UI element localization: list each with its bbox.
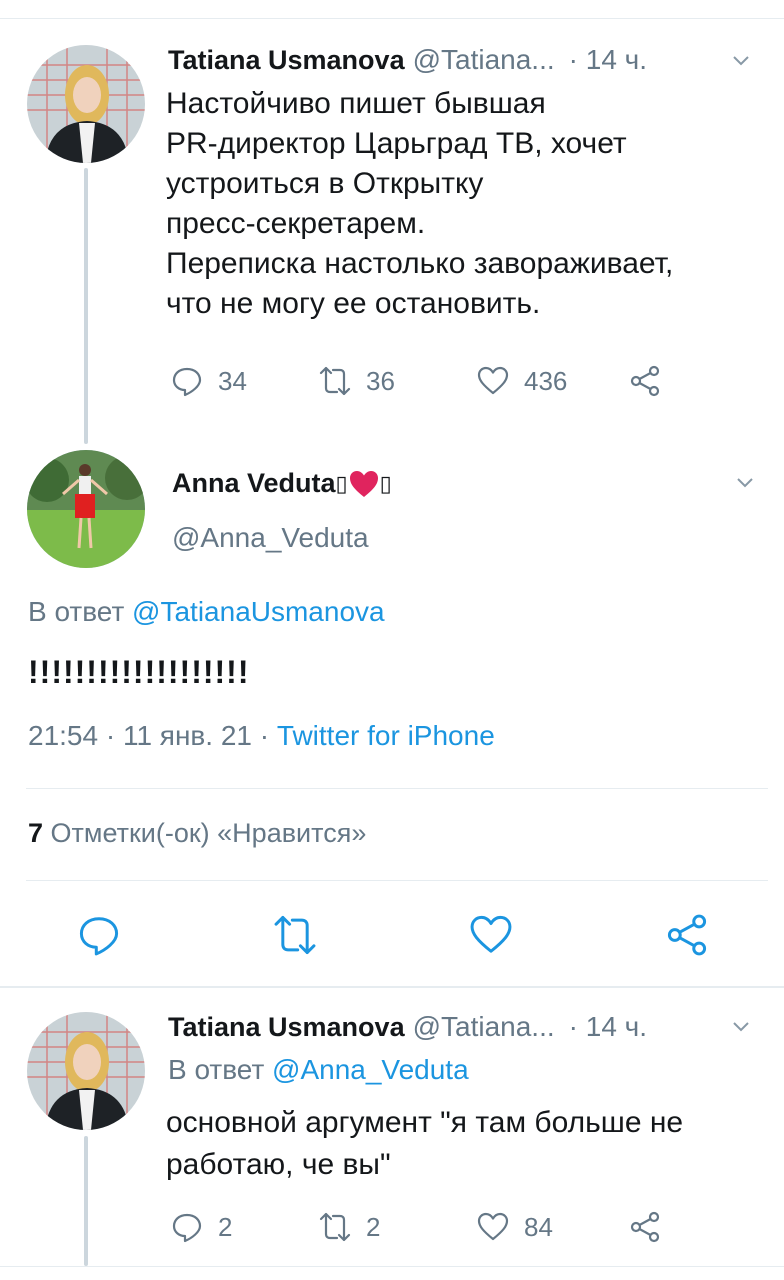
reply-prefix: В ответ	[28, 596, 125, 627]
tweet-line: работаю, че вы"	[166, 1148, 391, 1181]
divider	[26, 880, 768, 881]
like-button[interactable]: 436	[476, 364, 567, 398]
reply-context: В ответ @TatianaUsmanova	[28, 596, 385, 628]
tweet-text: !!!!!!!!!!!!!!!!!!!	[28, 654, 250, 690]
divider	[26, 788, 768, 789]
reply-mention-link[interactable]: @Anna_Veduta	[272, 1054, 469, 1085]
tweet-line: Настойчиво пишет бывшая	[166, 87, 546, 120]
retweet-button[interactable]	[272, 912, 318, 963]
reply-button[interactable]	[76, 912, 122, 963]
thread-line	[84, 168, 88, 444]
red-heart-icon	[349, 470, 378, 497]
tweet-line: пресс-секретарем.	[166, 207, 426, 240]
reply-context: В ответ @Anna_Veduta	[168, 1054, 469, 1086]
username[interactable]: @Tatiana...	[413, 44, 555, 76]
likes-summary[interactable]: 7 Отметки(-ок) «Нравится»	[28, 818, 366, 849]
display-name[interactable]: Anna Veduta	[172, 468, 336, 499]
like-button[interactable]: 84	[476, 1210, 553, 1244]
tweet-line: PR-директор Царьград ТВ, хочет	[166, 127, 627, 160]
share-icon	[630, 365, 660, 397]
tweet-header: Tatiana Usmanova @Tatiana... · 14 ч.	[168, 1011, 647, 1043]
heart-icon	[477, 1212, 509, 1241]
retweet-icon	[319, 366, 351, 396]
reply-count: 2	[218, 1211, 233, 1242]
share-button[interactable]	[664, 912, 710, 963]
display-name[interactable]: Tatiana Usmanova	[168, 45, 405, 76]
retweet-count: 2	[366, 1211, 381, 1242]
author-name-row: Anna Veduta ▯ ▯	[172, 468, 392, 499]
tweet-meta: 21:54 · 11 янв. 21 · Twitter for iPhone	[28, 720, 495, 752]
retweet-button[interactable]: 36	[318, 364, 395, 398]
name-emoji-box: ▯	[379, 470, 392, 496]
avatar-photo-tatiana	[27, 1012, 145, 1130]
share-icon	[630, 1211, 660, 1243]
avatar[interactable]	[27, 1012, 145, 1130]
heart-icon	[470, 915, 512, 953]
tweet-line: что не могу ее остановить.	[166, 287, 541, 320]
share-button[interactable]	[628, 364, 662, 398]
retweet-icon	[319, 1212, 351, 1242]
reply-button[interactable]: 2	[170, 1210, 232, 1244]
retweet-count: 36	[366, 365, 395, 396]
avatar-photo-anna	[27, 450, 145, 568]
reply-button[interactable]: 34	[170, 364, 247, 398]
share-button[interactable]	[628, 1210, 662, 1244]
display-name[interactable]: Tatiana Usmanova	[168, 1012, 405, 1043]
avatar[interactable]	[27, 450, 145, 568]
tweet-header: Tatiana Usmanova @Tatiana... · 14 ч.	[168, 44, 647, 76]
heart-icon	[477, 366, 509, 395]
avatar[interactable]	[27, 45, 145, 163]
tweet-text: Настойчиво пишет бывшая PR-директор Царь…	[166, 84, 766, 324]
tweet-text: основной аргумент "я там больше не работ…	[166, 1102, 766, 1186]
timestamp: 21:54 · 11 янв. 21 ·	[28, 720, 277, 751]
likes-count: 7	[28, 818, 44, 848]
reply-mention-link[interactable]: @TatianaUsmanova	[132, 596, 385, 627]
reply-count: 34	[218, 365, 247, 396]
reply-icon	[172, 1213, 202, 1243]
share-icon	[667, 914, 707, 956]
like-button[interactable]	[468, 912, 514, 963]
divider	[0, 986, 784, 988]
reply-icon	[79, 917, 119, 956]
source-link[interactable]: Twitter for iPhone	[277, 720, 495, 751]
timestamp[interactable]: · 14 ч.	[569, 1011, 647, 1043]
tweet-line: Переписка настолько завораживает,	[166, 247, 674, 280]
thread-line	[84, 1136, 88, 1266]
like-count: 84	[524, 1211, 553, 1242]
top-divider	[0, 18, 784, 19]
divider	[0, 1266, 784, 1267]
reply-icon	[172, 367, 202, 397]
reply-prefix: В ответ	[168, 1054, 265, 1085]
retweet-button[interactable]: 2	[318, 1210, 380, 1244]
chevron-down-icon[interactable]	[732, 1018, 750, 1041]
username[interactable]: @Tatiana...	[413, 1011, 555, 1043]
timestamp[interactable]: · 14 ч.	[569, 44, 647, 76]
chevron-down-icon[interactable]	[732, 52, 750, 75]
avatar-photo-tatiana	[27, 45, 145, 163]
likes-label: Отметки(-ок) «Нравится»	[50, 818, 367, 848]
retweet-icon	[274, 915, 316, 955]
like-count: 436	[524, 365, 568, 396]
tweet-line: основной аргумент "я там больше не	[166, 1106, 684, 1139]
tweet-line: устроиться в Открытку	[166, 167, 484, 200]
name-emoji-box: ▯	[335, 470, 348, 496]
username[interactable]: @Anna_Veduta	[172, 522, 369, 554]
chevron-down-icon[interactable]	[736, 474, 754, 497]
